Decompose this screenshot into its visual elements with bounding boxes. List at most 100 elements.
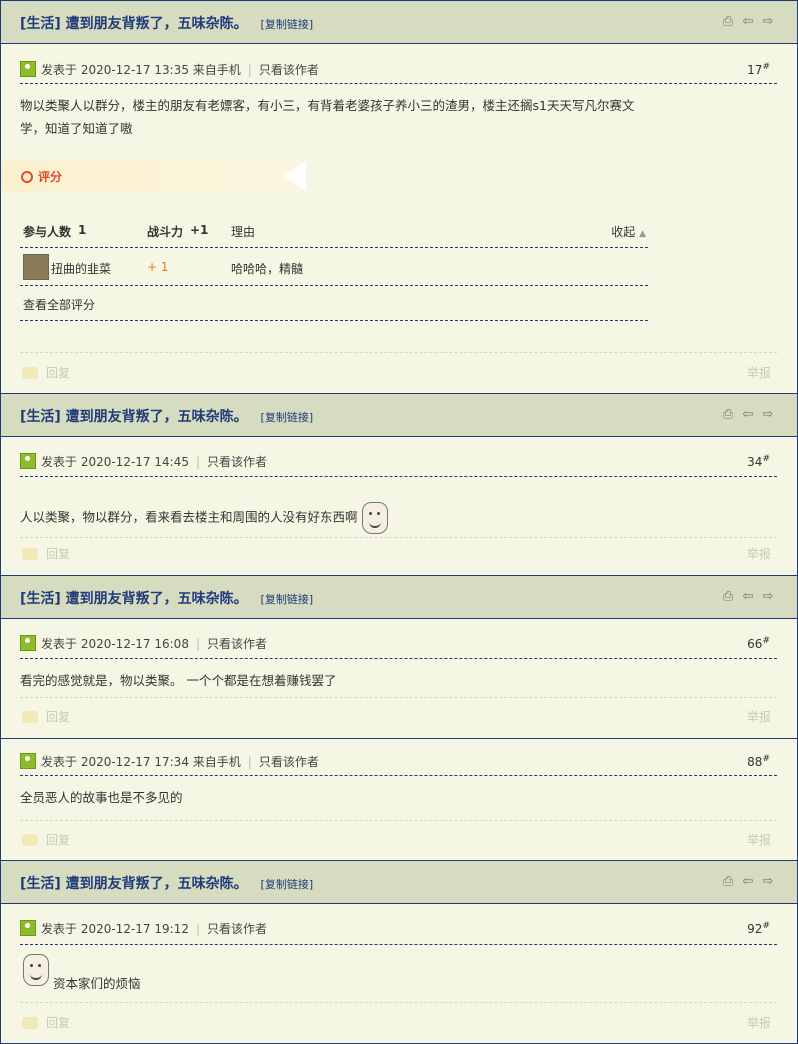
post-time: 发表于 2020-12-17 16:08 (41, 637, 189, 651)
collapse-button[interactable]: 收起 ▲ (611, 223, 646, 240)
rating-header[interactable]: 评分 (1, 161, 306, 191)
only-author-link[interactable]: 只看该作者 (207, 922, 267, 936)
reply-button[interactable]: 回复 (22, 831, 70, 848)
divider (20, 1002, 777, 1003)
floor-number[interactable]: 34# (747, 454, 770, 469)
post-88: 发表于 2020-12-17 17:34 来自手机 | 只看该作者 88# 全员恶人… (0, 738, 798, 860)
post-content: 物以类聚人以群分，楼主的朋友有老嫖客，有小三，有背着老婆孩子养小三的渣男，楼主还… (20, 98, 635, 136)
thread-title-bar: [生活] 遭到朋友背叛了，五味杂陈。 [复制链接] ⎙ ⇦ ⇨ (1, 576, 797, 619)
prev-icon[interactable]: ⇦ (741, 590, 755, 604)
reply-button[interactable]: 回复 (22, 1014, 70, 1031)
forum-thread: [生活] 遭到朋友背叛了，五味杂陈。 [复制链接] ⎙ ⇦ ⇨ 发表于 2020… (0, 0, 798, 1044)
print-icon[interactable]: ⎙ (721, 408, 735, 422)
view-all-ratings-link[interactable]: 查看全部评分 (23, 296, 95, 313)
divider (20, 820, 777, 821)
thread-title-text: 遭到朋友背叛了，五味杂陈。 (65, 591, 248, 607)
power-total: +1 (190, 223, 209, 237)
reply-icon (22, 1017, 38, 1029)
report-button[interactable]: 举报 (747, 1014, 771, 1031)
post-34: [生活] 遭到朋友背叛了，五味杂陈。 [复制链接] ⎙ ⇦ ⇨ 发表于 2020… (0, 393, 798, 575)
report-button[interactable]: 举报 (747, 708, 771, 725)
post-time: 发表于 2020-12-17 14:45 (41, 455, 189, 469)
thread-category[interactable]: [生活] (20, 16, 61, 32)
thread-title-text: 遭到朋友背叛了，五味杂陈。 (65, 876, 248, 892)
rater-avatar[interactable] (23, 254, 49, 280)
thread-title: [生活] 遭到朋友背叛了，五味杂陈。 [复制链接] (20, 13, 313, 33)
only-author-link[interactable]: 只看该作者 (259, 755, 319, 769)
floor-number[interactable]: 17# (747, 62, 770, 77)
print-icon[interactable]: ⎙ (721, 15, 735, 29)
next-icon[interactable]: ⇨ (761, 15, 775, 29)
post-meta: 发表于 2020-12-17 14:45 | 只看该作者 (20, 453, 267, 471)
thread-tools: ⎙ ⇦ ⇨ (721, 408, 775, 422)
copy-link-button[interactable]: [复制链接] (261, 878, 314, 891)
thread-category[interactable]: [生活] (20, 876, 61, 892)
rater-reason: 哈哈哈，精髓 (231, 262, 304, 276)
divider (20, 352, 777, 353)
copy-link-button[interactable]: [复制链接] (261, 411, 314, 424)
reply-button[interactable]: 回复 (22, 364, 70, 381)
next-icon[interactable]: ⇨ (761, 408, 775, 422)
print-icon[interactable]: ⎙ (721, 590, 735, 604)
report-button[interactable]: 举报 (747, 545, 771, 562)
thread-title-bar: [生活] 遭到朋友背叛了，五味杂陈。 [复制链接] ⎙ ⇦ ⇨ (1, 1, 797, 44)
online-status-icon (20, 453, 36, 469)
thread-title-text: 遭到朋友背叛了，五味杂陈。 (65, 409, 248, 425)
thread-category[interactable]: [生活] (20, 591, 61, 607)
post-time: 发表于 2020-12-17 17:34 来自手机 (41, 755, 241, 769)
print-icon[interactable]: ⎙ (721, 875, 735, 889)
post-66: [生活] 遭到朋友背叛了，五味杂陈。 [复制链接] ⎙ ⇦ ⇨ 发表于 2020… (0, 575, 798, 738)
post-content: 人以类聚，物以群分，看来看去楼主和周围的人没有好东西啊 (20, 502, 637, 534)
thread-tools: ⎙ ⇦ ⇨ (721, 875, 775, 889)
rating-table: 参与人数 1 战斗力 +1 理由 收起 ▲ 扭曲的韭菜 + 1 哈哈哈，精髓 查… (20, 213, 648, 321)
divider (20, 697, 777, 698)
copy-link-button[interactable]: [复制链接] (261, 593, 314, 606)
floor-number[interactable]: 66# (747, 636, 770, 651)
online-status-icon (20, 753, 36, 769)
floor-number[interactable]: 88# (747, 754, 770, 769)
divider (20, 476, 777, 477)
rating-footer: 查看全部评分 (20, 286, 648, 321)
online-status-icon (20, 635, 36, 651)
thread-title: [生活] 遭到朋友背叛了，五味杂陈。 [复制链接] (20, 406, 313, 426)
divider (20, 944, 777, 945)
divider (20, 537, 777, 538)
reply-button[interactable]: 回复 (22, 708, 70, 725)
rater-power: + 1 (147, 260, 169, 274)
divider (20, 775, 777, 776)
power-label: 战斗力 (147, 225, 184, 239)
floor-number[interactable]: 92# (747, 921, 770, 936)
chevron-up-icon: ▲ (639, 229, 646, 239)
post-meta: 发表于 2020-12-17 16:08 | 只看该作者 (20, 635, 267, 653)
report-button[interactable]: 举报 (747, 831, 771, 848)
reply-button[interactable]: 回复 (22, 545, 70, 562)
divider (20, 83, 777, 84)
prev-icon[interactable]: ⇦ (741, 15, 755, 29)
smiley-emoticon-icon (361, 502, 388, 534)
thread-tools: ⎙ ⇦ ⇨ (721, 15, 775, 29)
post-content: 看完的感觉就是，物以类聚。 一个个都是在想着赚钱罢了 (20, 673, 337, 688)
prev-icon[interactable]: ⇦ (741, 408, 755, 422)
copy-link-button[interactable]: [复制链接] (261, 18, 314, 31)
thread-title: [生活] 遭到朋友背叛了，五味杂陈。 [复制链接] (20, 873, 313, 893)
next-icon[interactable]: ⇨ (761, 875, 775, 889)
divider (20, 658, 777, 659)
report-button[interactable]: 举报 (747, 364, 771, 381)
only-author-link[interactable]: 只看该作者 (207, 455, 267, 469)
reply-icon (22, 548, 38, 560)
reply-icon (22, 367, 38, 379)
thread-category[interactable]: [生活] (20, 409, 61, 425)
next-icon[interactable]: ⇨ (761, 590, 775, 604)
rating-row: 扭曲的韭菜 + 1 哈哈哈，精髓 (20, 248, 648, 286)
rater-name[interactable]: 扭曲的韭菜 (51, 260, 111, 277)
only-author-link[interactable]: 只看该作者 (207, 637, 267, 651)
online-status-icon (20, 920, 36, 936)
thread-title: [生活] 遭到朋友背叛了，五味杂陈。 [复制链接] (20, 588, 313, 608)
prev-icon[interactable]: ⇦ (741, 875, 755, 889)
post-17: [生活] 遭到朋友背叛了，五味杂陈。 [复制链接] ⎙ ⇦ ⇨ 发表于 2020… (0, 0, 798, 393)
thread-tools: ⎙ ⇦ ⇨ (721, 590, 775, 604)
rating-icon (21, 171, 33, 183)
online-status-icon (20, 61, 36, 77)
post-92: [生活] 遭到朋友背叛了，五味杂陈。 [复制链接] ⎙ ⇦ ⇨ 发表于 2020… (0, 860, 798, 1044)
only-author-link[interactable]: 只看该作者 (259, 63, 319, 77)
